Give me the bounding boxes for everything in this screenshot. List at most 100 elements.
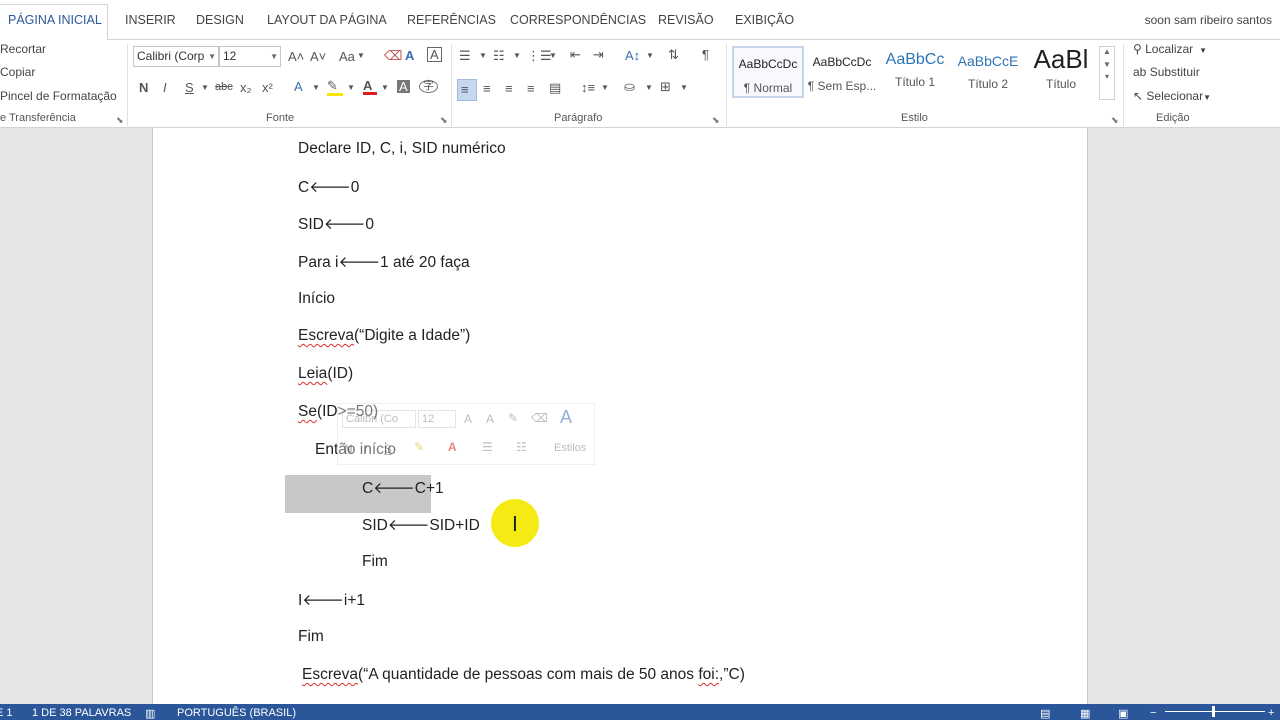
page-indicator[interactable]: E 1 (0, 707, 13, 719)
print-layout-icon[interactable]: ▦ (1080, 707, 1090, 720)
shading-icon[interactable]: A (397, 80, 410, 93)
align-right-icon[interactable]: ≡ (505, 82, 513, 95)
multilevel-list-icon[interactable]: ⋮☰ (527, 49, 552, 62)
paragraph-shading-icon[interactable]: ⛀ (624, 80, 635, 93)
subscript-button[interactable]: x₂ (240, 81, 252, 94)
chevron-down-icon[interactable]: ▼ (357, 52, 365, 60)
font-launcher-icon[interactable]: ⬊ (440, 115, 448, 126)
chevron-up-icon[interactable]: ▲ (1100, 47, 1114, 56)
spelling-error-word[interactable]: Se (298, 403, 317, 420)
bold-button[interactable]: N (139, 81, 148, 94)
style-sem-espacamento[interactable]: AaBbCcDc ¶ Sem Esp... (806, 46, 878, 98)
cut-button[interactable]: Recortar (0, 42, 46, 56)
chevron-down-icon[interactable]: ▼ (1100, 60, 1114, 69)
styles-gallery-scroll[interactable]: ▲ ▼ ▾ (1099, 46, 1115, 100)
show-formatting-button[interactable]: ¶ (702, 48, 709, 61)
brush-icon[interactable]: ⌫ (531, 411, 548, 425)
underline-button[interactable]: S (185, 81, 194, 94)
bullets-icon[interactable]: ☰ (459, 49, 471, 62)
chevron-down-icon[interactable]: ▼ (549, 52, 557, 60)
tab-correspondencias[interactable]: CORRESPONDÊNCIAS (510, 13, 646, 27)
style-normal[interactable]: AaBbCcDc ¶ Normal (732, 46, 804, 98)
paragraph-launcher-icon[interactable]: ⬊ (712, 115, 720, 126)
highlight-icon[interactable]: ✎ (414, 440, 424, 454)
doc-line[interactable]: Escreva(“Digite a Idade”) (298, 327, 470, 345)
italic-icon[interactable]: I (364, 442, 367, 456)
zoom-in-icon[interactable]: + (1268, 707, 1274, 719)
chevron-down-icon[interactable]: ▼ (646, 52, 654, 60)
align-center-icon[interactable]: ≡ (483, 82, 491, 95)
format-painter-button[interactable]: Pincel de Formatação (0, 89, 117, 103)
font-name-combo[interactable]: Calibri (Corp ▼ (133, 46, 219, 67)
chevron-down-icon[interactable]: ▼ (381, 84, 389, 92)
copy-button[interactable]: Copiar (0, 65, 35, 79)
doc-line[interactable]: Leia(ID) (298, 365, 353, 383)
chevron-down-icon[interactable]: ▼ (645, 84, 653, 92)
numbering-icon[interactable]: ☷ (516, 440, 527, 454)
superscript-button[interactable]: x² (262, 81, 273, 94)
mini-styles-label[interactable]: Estilos (554, 442, 586, 454)
spelling-error-word[interactable]: Escreva (298, 327, 354, 344)
align-left-button[interactable]: ≡ (457, 79, 477, 101)
font-color-icon[interactable]: A (448, 440, 457, 454)
style-titulo[interactable]: AaBl Título (1025, 44, 1097, 98)
tab-referencias[interactable]: REFERÊNCIAS (407, 13, 496, 27)
more-styles-icon[interactable]: ▾ (1100, 72, 1114, 81)
doc-line[interactable]: SID🡐0 (298, 214, 374, 234)
doc-line[interactable]: Início (298, 290, 335, 308)
shrink-font-icon[interactable]: A˅ (310, 50, 326, 63)
mini-toolbar[interactable]: Calibri (Co 12 A A ✎ ⌫ A N I S ✎ A ☰ ☷ E… (337, 403, 595, 465)
font-color-icon[interactable]: A (363, 79, 377, 95)
line-spacing-icon[interactable]: ↕≡ (581, 81, 595, 94)
zoom-slider-track[interactable] (1165, 711, 1265, 712)
read-mode-icon[interactable]: ▤ (1040, 707, 1050, 720)
borders-icon[interactable]: ⊞ (660, 80, 671, 93)
strikethrough-button[interactable]: abc (215, 82, 233, 93)
format-painter-icon[interactable]: ✎ (508, 411, 518, 425)
increase-indent-icon[interactable]: ⇥ (593, 48, 604, 61)
tab-exibicao[interactable]: EXIBIÇÃO (735, 13, 794, 27)
highlight-icon[interactable]: ✎ (327, 79, 343, 96)
chevron-down-icon[interactable]: ▼ (479, 52, 487, 60)
doc-line[interactable]: C🡐0 (298, 177, 359, 197)
enclose-characters-icon[interactable]: 字 (419, 80, 438, 93)
doc-line-selected[interactable]: C🡐C+1 (362, 478, 444, 498)
style-titulo-2[interactable]: AaBbCcE Título 2 (952, 46, 1024, 98)
styles-icon[interactable]: A (560, 407, 572, 428)
shrink-font-icon[interactable]: A (486, 412, 494, 426)
clear-formatting-icon[interactable]: ⌫ (384, 49, 402, 62)
chevron-down-icon[interactable]: ▼ (347, 84, 355, 92)
distributed-icon[interactable]: ▤ (549, 81, 561, 94)
mini-font-combo[interactable]: Calibri (Co (342, 410, 416, 428)
replace-button[interactable]: ab Substituir (1133, 65, 1200, 79)
doc-line[interactable]: Fim (298, 628, 324, 646)
italic-button[interactable]: I (163, 81, 167, 94)
asian-layout-icon[interactable]: A↕ (625, 49, 640, 62)
doc-line[interactable]: SID🡐SID+ID (362, 515, 480, 535)
doc-line[interactable]: Escreva(“A quantidade de pessoas com mai… (302, 666, 745, 684)
decrease-indent-icon[interactable]: ⇤ (570, 48, 581, 61)
tab-inserir[interactable]: INSERIR (125, 13, 176, 27)
justify-icon[interactable]: ≡ (527, 82, 535, 95)
doc-line[interactable]: Para i🡐1 até 20 faça (298, 252, 470, 272)
underline-icon[interactable]: S (384, 442, 392, 456)
tab-layout-da-pagina[interactable]: LAYOUT DA PÁGINA (267, 13, 387, 27)
grow-font-icon[interactable]: A˄ (288, 50, 304, 63)
tab-design[interactable]: DESIGN (196, 13, 244, 27)
doc-line[interactable]: I🡐i+1 (298, 590, 365, 610)
spelling-error-word[interactable]: foi: (698, 666, 719, 683)
select-button[interactable]: ↖ Selecionar▼ (1133, 89, 1211, 103)
chevron-down-icon[interactable]: ▼ (513, 52, 521, 60)
text-effects-icon[interactable]: A (405, 49, 414, 62)
document-page[interactable] (152, 128, 1088, 704)
doc-line[interactable]: Fim (362, 553, 388, 571)
font-size-combo[interactable]: 12 ▼ (219, 46, 281, 67)
spelling-error-word[interactable]: Escreva (302, 666, 358, 683)
spelling-error-word[interactable]: Leia (298, 365, 327, 382)
chevron-down-icon[interactable]: ▼ (680, 84, 688, 92)
bullets-icon[interactable]: ☰ (482, 440, 493, 454)
mini-size-combo[interactable]: 12 (418, 410, 456, 428)
user-account-name[interactable]: soon sam ribeiro santos (1145, 13, 1272, 27)
find-button[interactable]: ⚲ Localizar ▼ (1133, 42, 1207, 56)
styles-launcher-icon[interactable]: ⬊ (1111, 115, 1119, 126)
